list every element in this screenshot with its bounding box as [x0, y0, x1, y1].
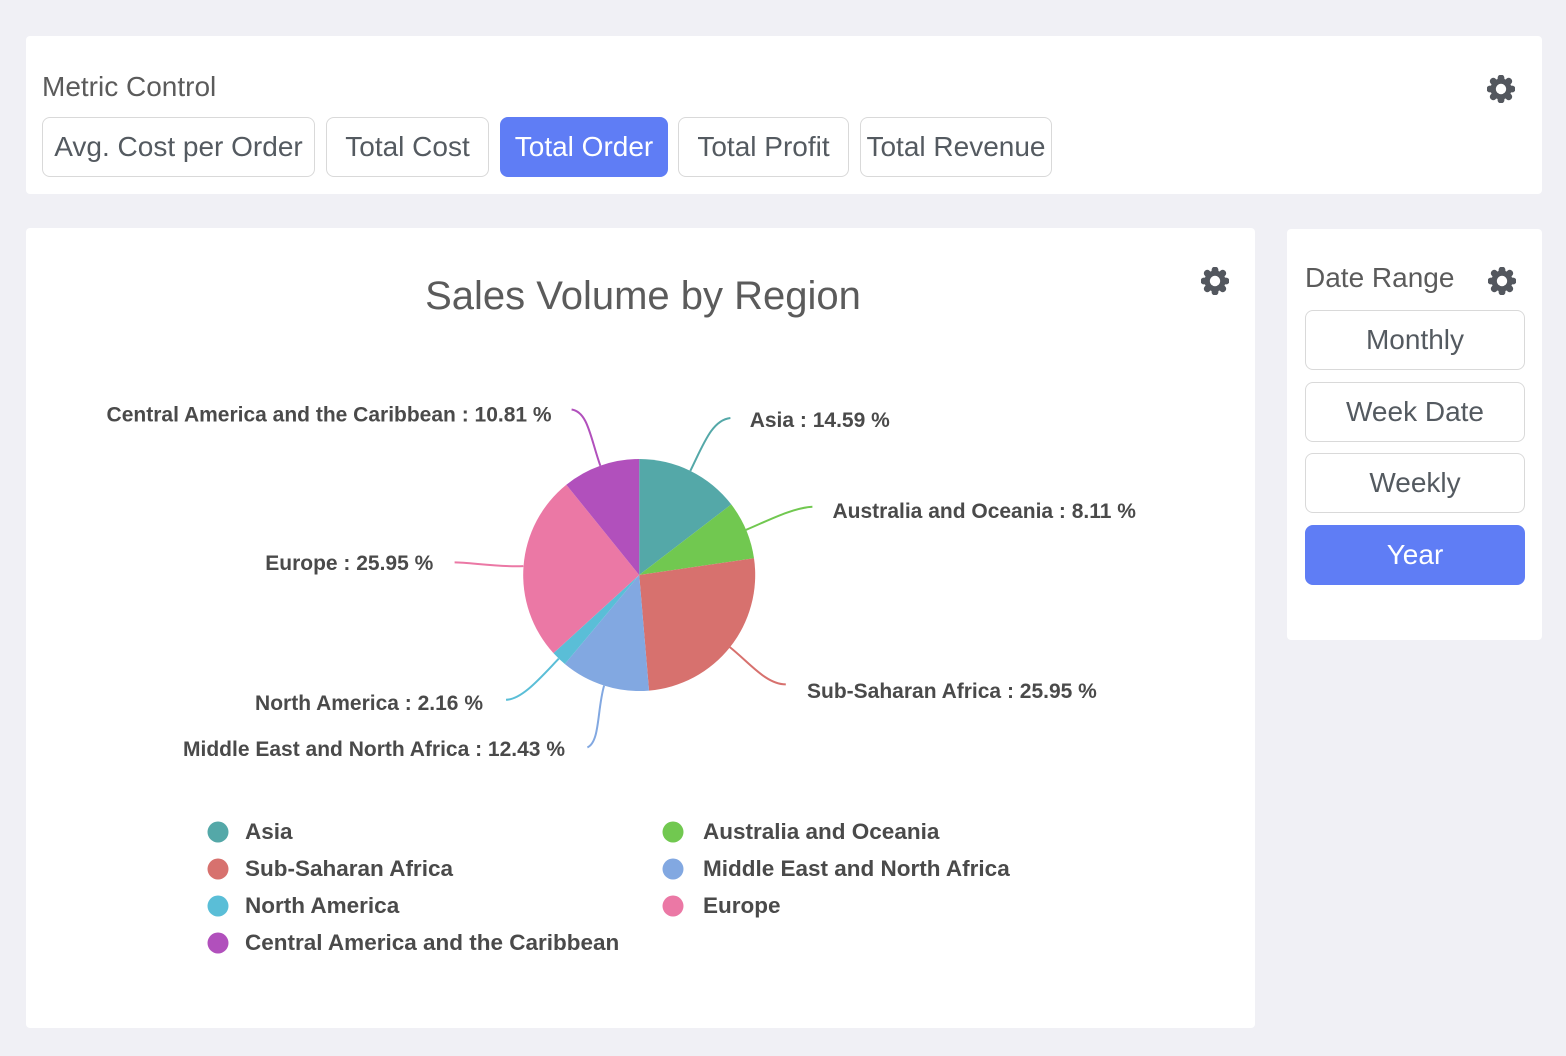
svg-text:Australia and Oceania : 8.11 %: Australia and Oceania : 8.11 % [833, 500, 1137, 523]
svg-text:Asia : 14.59 %: Asia : 14.59 % [750, 409, 890, 432]
svg-text:Asia: Asia [245, 819, 293, 844]
svg-text:Sub-Saharan Africa : 25.95 %: Sub-Saharan Africa : 25.95 % [807, 680, 1097, 703]
svg-text:Sales Volume by Region: Sales Volume by Region [425, 274, 861, 318]
svg-text:Europe : 25.95 %: Europe : 25.95 % [265, 552, 433, 575]
svg-text:North America : 2.16 %: North America : 2.16 % [255, 692, 483, 715]
svg-text:North America: North America [245, 893, 400, 918]
svg-text:Middle East and North Africa: Middle East and North Africa [703, 856, 1010, 881]
svg-text:Middle East and North Africa :: Middle East and North Africa : 12.43 % [183, 738, 565, 761]
svg-text:Europe: Europe [703, 893, 781, 918]
svg-text:Australia and Oceania: Australia and Oceania [703, 819, 940, 844]
svg-text:Central America and the Caribb: Central America and the Caribbean [245, 930, 619, 955]
svg-text:Central America and the Caribb: Central America and the Caribbean : 10.8… [107, 404, 552, 427]
svg-text:Sub-Saharan Africa: Sub-Saharan Africa [245, 856, 453, 881]
